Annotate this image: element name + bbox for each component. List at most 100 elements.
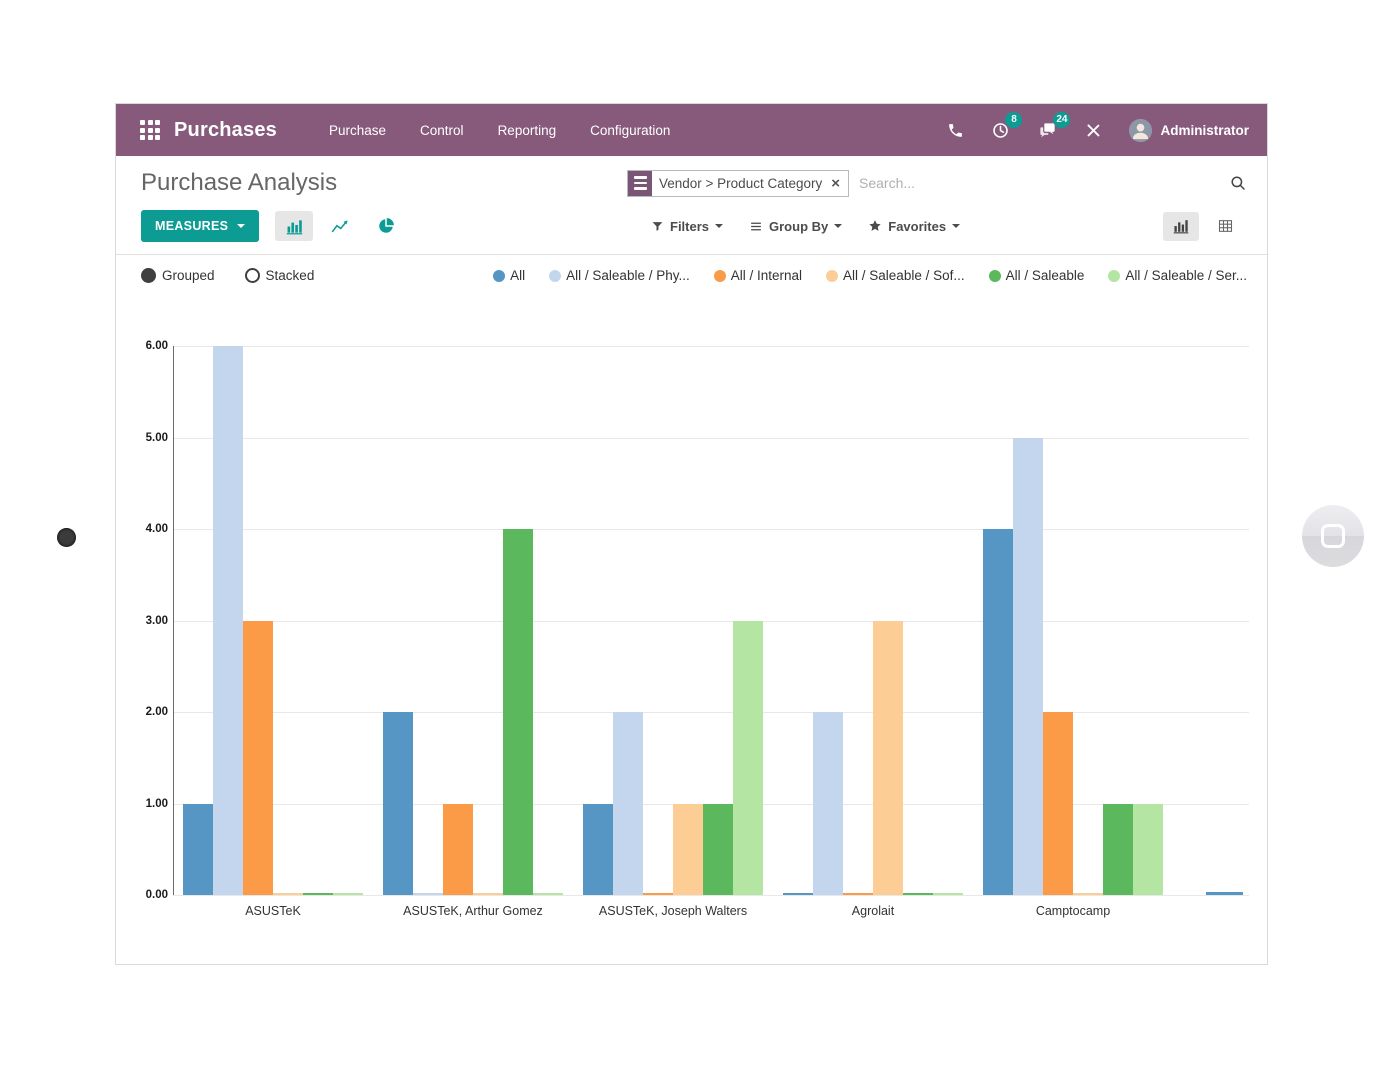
x-axis-label: Agrolait — [773, 904, 973, 918]
legend-dot-icon — [989, 270, 1001, 282]
chart-legend: All All / Saleable / Phy... All / Internal… — [493, 268, 1247, 283]
messages-icon[interactable]: 24 — [1037, 121, 1058, 140]
bar[interactable] — [273, 893, 303, 895]
bar-group — [173, 346, 373, 895]
bar-group — [773, 346, 973, 895]
facet-label: Vendor > Product Category — [652, 171, 829, 196]
favorites-dropdown[interactable]: Favorites — [868, 219, 960, 234]
bar[interactable] — [443, 804, 473, 896]
tools-icon[interactable] — [1085, 122, 1102, 139]
bar[interactable] — [643, 893, 673, 895]
apps-grid-icon[interactable] — [140, 120, 160, 140]
legend-item[interactable]: All / Saleable / Ser... — [1108, 268, 1247, 283]
user-name: Administrator — [1160, 123, 1249, 138]
graph-view-button[interactable] — [1163, 212, 1199, 241]
bar[interactable] — [333, 893, 363, 895]
pie-chart-button[interactable] — [367, 211, 405, 241]
device-home-button-overlay — [1302, 505, 1364, 567]
bar[interactable] — [383, 712, 413, 895]
legend-label: All / Saleable / Phy... — [566, 268, 690, 283]
legend-item[interactable]: All / Saleable / Phy... — [549, 268, 690, 283]
list-icon — [749, 220, 763, 233]
bar[interactable] — [413, 893, 443, 895]
view-switcher — [1163, 212, 1243, 241]
line-chart-button[interactable] — [321, 211, 359, 241]
activities-badge: 8 — [1005, 112, 1022, 128]
bar[interactable] — [613, 712, 643, 895]
search-magnifier-icon[interactable] — [1229, 174, 1247, 192]
bar[interactable] — [183, 804, 213, 896]
grouped-radio[interactable]: Grouped — [141, 268, 215, 283]
bar-chart-button[interactable] — [275, 211, 313, 241]
bar[interactable] — [673, 804, 703, 896]
bar[interactable] — [903, 893, 933, 895]
mode-radios: Grouped Stacked — [141, 268, 314, 283]
partial-bar-sliver — [1206, 892, 1243, 895]
bar[interactable] — [1013, 438, 1043, 896]
bar[interactable] — [1103, 804, 1133, 896]
y-tick-label: 6.00 — [146, 340, 168, 352]
bar[interactable] — [1073, 893, 1103, 895]
control-panel: Purchase Analysis Vendor > Product Categ… — [116, 156, 1267, 255]
bar[interactable] — [933, 893, 963, 895]
facet-close-icon[interactable]: × — [829, 171, 848, 196]
bar[interactable] — [733, 621, 763, 896]
bar-group — [973, 346, 1173, 895]
legend-item[interactable]: All — [493, 268, 525, 283]
legend-dot-icon — [714, 270, 726, 282]
navbar: Purchases Purchase Control Reporting Config… — [116, 104, 1267, 156]
measures-button[interactable]: MEASURES — [141, 210, 259, 242]
home-button-square-icon — [1321, 524, 1345, 548]
bar[interactable] — [473, 893, 503, 895]
bar[interactable] — [533, 893, 563, 895]
legend-row: Grouped Stacked All All / Saleable / Phy.… — [116, 255, 1267, 283]
webcam-dot-overlay — [57, 528, 76, 547]
bar[interactable] — [703, 804, 733, 896]
filters-dropdown[interactable]: Filters — [651, 219, 723, 234]
legend-item[interactable]: All / Internal — [714, 268, 802, 283]
search-input[interactable] — [849, 175, 1229, 191]
legend-item[interactable]: All / Saleable / Sof... — [826, 268, 965, 283]
search-facet: Vendor > Product Category × — [627, 170, 849, 197]
bar[interactable] — [583, 804, 613, 896]
legend-dot-icon — [549, 270, 561, 282]
bar[interactable] — [843, 893, 873, 895]
activities-clock-icon[interactable]: 8 — [991, 121, 1010, 140]
bar[interactable] — [243, 621, 273, 896]
user-menu[interactable]: Administrator — [1129, 119, 1249, 142]
legend-dot-icon — [1108, 270, 1120, 282]
menu-item-configuration[interactable]: Configuration — [590, 123, 670, 138]
app-name[interactable]: Purchases — [174, 119, 277, 142]
menu-item-reporting[interactable]: Reporting — [498, 123, 557, 138]
avatar — [1129, 119, 1152, 142]
y-tick-label: 3.00 — [146, 615, 168, 627]
bar[interactable] — [983, 529, 1013, 895]
stacked-radio[interactable]: Stacked — [245, 268, 315, 283]
y-tick-label: 1.00 — [146, 798, 168, 810]
radio-selected-icon — [141, 268, 156, 283]
bar[interactable] — [873, 621, 903, 896]
bar[interactable] — [503, 529, 533, 895]
bar[interactable] — [813, 712, 843, 895]
stacked-label: Stacked — [266, 268, 315, 283]
group-by-dropdown[interactable]: Group By — [749, 219, 842, 234]
star-icon — [868, 219, 882, 233]
bar[interactable] — [1133, 804, 1163, 896]
legend-item[interactable]: All / Saleable — [989, 268, 1085, 283]
y-tick-label: 2.00 — [146, 706, 168, 718]
y-tick-label: 5.00 — [146, 432, 168, 444]
bar[interactable] — [1043, 712, 1073, 895]
bar[interactable] — [783, 893, 813, 895]
legend-label: All / Saleable / Ser... — [1125, 268, 1247, 283]
x-axis-label: Camptocamp — [973, 904, 1173, 918]
bar[interactable] — [213, 346, 243, 895]
search-options: Filters Group By Favorites — [651, 219, 960, 234]
bar[interactable] — [303, 893, 333, 895]
phone-icon[interactable] — [947, 122, 964, 139]
y-axis-labels: 0.001.002.003.004.005.006.00 — [124, 346, 168, 895]
menu-item-control[interactable]: Control — [420, 123, 464, 138]
legend-label: All / Internal — [731, 268, 802, 283]
legend-dot-icon — [493, 270, 505, 282]
menu-item-purchase[interactable]: Purchase — [329, 123, 386, 138]
pivot-view-button[interactable] — [1207, 212, 1243, 241]
